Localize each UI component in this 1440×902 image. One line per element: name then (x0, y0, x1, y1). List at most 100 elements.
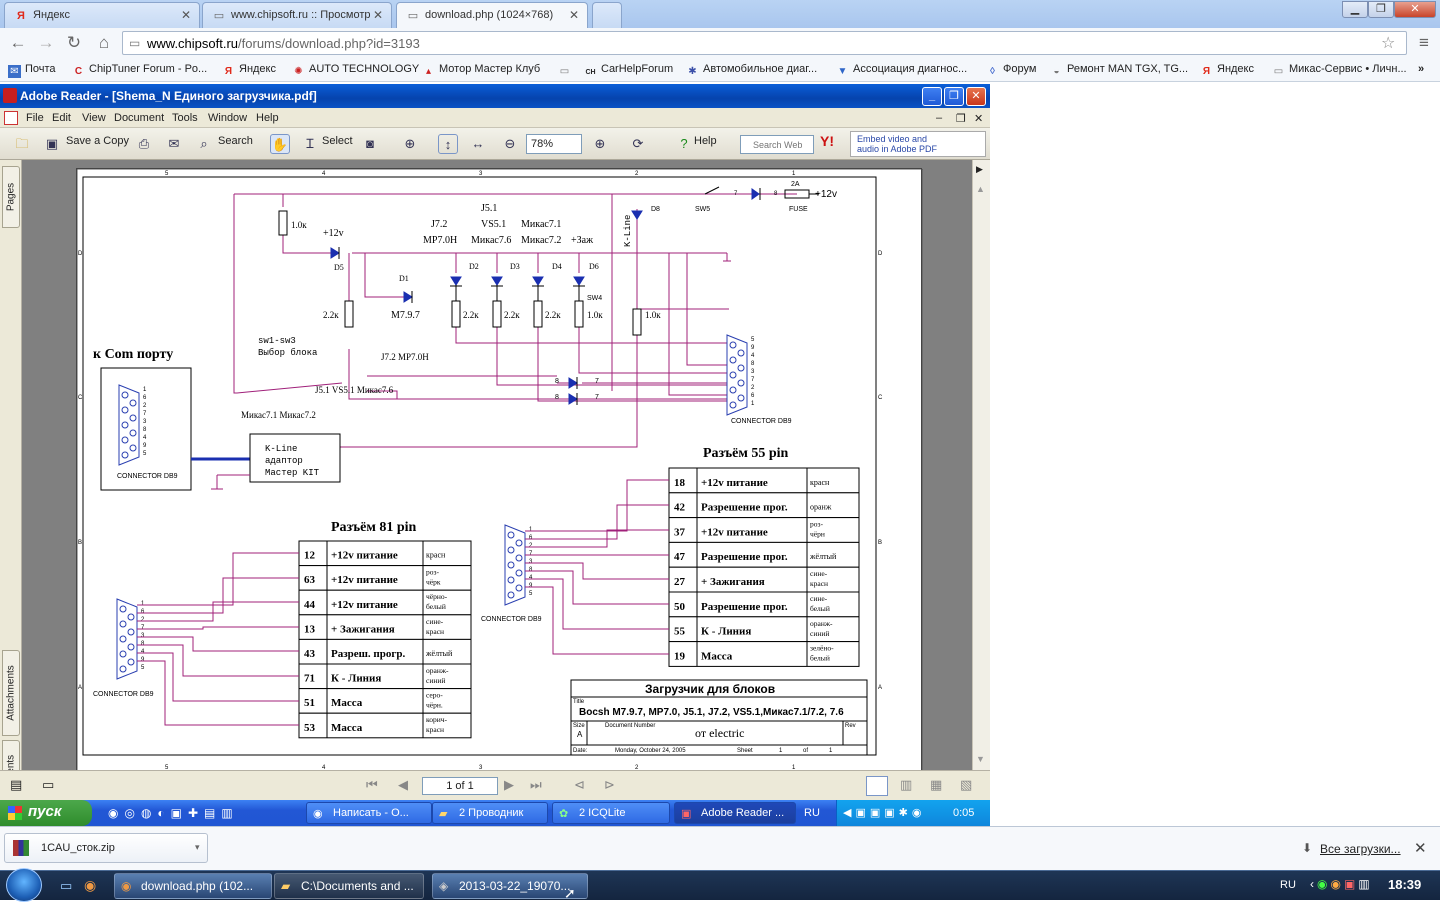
open-folder-icon[interactable]: 🗀 (12, 134, 32, 154)
scroll-up-icon[interactable]: ▲ (976, 184, 985, 194)
maximize-icon[interactable]: ❐ (944, 87, 964, 106)
bookmark-item[interactable]: ▴ Мотор Мастер Клуб (422, 63, 540, 78)
yahoo-icon[interactable]: Y! (820, 133, 834, 149)
task-compose[interactable]: ◉ Написать - О... (306, 802, 432, 824)
fit-width-icon[interactable]: ↔ (468, 134, 488, 154)
select-button[interactable]: Select (322, 135, 353, 147)
zoom-out-icon[interactable]: ⊖ (500, 134, 520, 154)
rotate-icon[interactable]: ⟳ (628, 134, 648, 154)
snapshot-icon[interactable]: ◙ (360, 134, 380, 154)
menu-help[interactable]: Help (256, 112, 279, 124)
close-icon[interactable]: ✕ (1414, 839, 1427, 857)
help-icon[interactable]: ? (674, 134, 694, 154)
chrome-icon[interactable]: ◉ (84, 877, 96, 894)
task-adobe-reader[interactable]: ▣ Adobe Reader ... (674, 802, 796, 824)
menu-edit[interactable]: Edit (52, 112, 71, 124)
doc-close-icon[interactable]: ✕ (974, 112, 983, 125)
scroll-down-icon[interactable]: ▼ (976, 754, 985, 764)
next-view-icon[interactable]: ⊳ (604, 777, 615, 793)
help-button[interactable]: Help (694, 135, 717, 147)
language-indicator[interactable]: RU (804, 807, 820, 819)
tray-icons[interactable]: ◀▣▣▣✱◉ (843, 806, 925, 819)
bookmark-item[interactable]: ◒ Ремонт MAN TGX, TG... (1050, 63, 1188, 78)
next-page-icon[interactable]: ▶ (504, 777, 514, 793)
menu-view[interactable]: View (82, 112, 106, 124)
layer-icon[interactable]: ▭ (42, 777, 54, 793)
start-orb[interactable] (6, 868, 42, 902)
close-icon[interactable]: ✕ (181, 8, 191, 22)
tab-attachments[interactable]: Attachments (2, 650, 20, 736)
save-copy-button[interactable]: Save a Copy (66, 135, 129, 147)
menu-icon[interactable]: ≡ (1414, 33, 1434, 53)
single-page-icon[interactable] (866, 776, 888, 796)
document-view[interactable]: 5544332211DDCCBBAA +12v 2A FUSE SW5 7 8 … (22, 160, 972, 774)
vertical-scrollbar[interactable]: ▶ ▲ ▼ (972, 160, 990, 770)
menu-file[interactable]: File (26, 112, 44, 124)
continuous-icon[interactable]: ▥ (900, 777, 912, 793)
menu-window[interactable]: Window (208, 112, 247, 124)
task-icq[interactable]: ✿ 2 ICQLite (552, 802, 670, 824)
bookmark-item[interactable]: ▭ (558, 63, 575, 78)
new-tab-button[interactable] (592, 2, 622, 28)
close-icon[interactable]: ✕ (373, 8, 383, 22)
print-icon[interactable]: ⎙ (134, 134, 154, 154)
bookmark-item[interactable]: CH CarHelpForum (584, 63, 673, 79)
home-icon[interactable]: ⌂ (94, 33, 114, 53)
quicklaunch-icons[interactable]: ◉◎◍◐▣✚▤▥ (108, 806, 239, 820)
doc-restore-icon[interactable]: ❐ (956, 112, 966, 125)
search-web-input[interactable] (740, 135, 814, 154)
hand-tool-icon[interactable]: ✋ (270, 134, 290, 154)
bookmark-item[interactable]: ◊ Форум (986, 63, 1036, 78)
page-number-field[interactable]: 1 of 1 (422, 777, 498, 795)
prev-view-icon[interactable]: ⊲ (574, 777, 585, 793)
bookmark-item[interactable]: ▼ Ассоциация диагнос... (836, 63, 968, 78)
desktop-icon[interactable]: ▭ (60, 878, 72, 894)
address-bar[interactable]: ▭ www.chipsoft.ru/forums/download.php?id… (122, 31, 1407, 55)
bookmark-item[interactable]: ✱ Автомобильное диаг... (686, 63, 817, 78)
minimize-icon[interactable]: ▁ (1342, 1, 1368, 18)
more-bookmarks-icon[interactable]: » (1418, 63, 1424, 75)
select-cursor-icon[interactable]: Ɪ (300, 134, 320, 154)
tab-pages[interactable]: Pages (2, 166, 20, 228)
tab-yandex[interactable]: Я Яндекс ✕ (4, 2, 200, 28)
doc-minimize-icon[interactable]: – (936, 112, 942, 124)
email-icon[interactable]: ✉ (164, 134, 184, 154)
search-button[interactable]: Search (218, 135, 253, 147)
zoom-select[interactable]: 78% (526, 134, 582, 154)
bookmark-item[interactable]: ✺ AUTO TECHNOLOGY (292, 63, 419, 78)
prev-page-icon[interactable]: ◀ (398, 777, 408, 793)
bookmark-item[interactable]: Я Яндекс (222, 63, 276, 78)
bookmark-item[interactable]: ✉ Почта (8, 63, 56, 78)
chevron-down-icon[interactable]: ▾ (195, 842, 200, 853)
panel-icon[interactable]: ▤ (10, 777, 22, 793)
close-window-icon[interactable]: ✕ (1394, 1, 1436, 18)
menu-document[interactable]: Document (114, 112, 164, 124)
close-icon[interactable]: ✕ (569, 8, 579, 22)
last-page-icon[interactable]: ⏭ (530, 777, 542, 793)
fit-page-icon[interactable]: ↕ (438, 134, 458, 154)
forward-icon[interactable]: → (36, 33, 56, 53)
bookmark-item[interactable]: Я Яндекс (1200, 63, 1254, 78)
close-icon[interactable]: ✕ (966, 87, 986, 106)
tab-chipsoft[interactable]: ▭ www.chipsoft.ru :: Просмотр ✕ (202, 2, 392, 28)
facing-icon[interactable]: ▦ (930, 777, 942, 793)
tab-download[interactable]: ▭ download.php (1024×768) ✕ (396, 2, 588, 29)
back-icon[interactable]: ← (8, 33, 28, 53)
minimize-icon[interactable]: _ (922, 87, 942, 106)
task-chrome[interactable]: ◉ download.php (102... (114, 873, 272, 899)
task-explorer[interactable]: ▰ 2 Проводник (432, 802, 548, 824)
zoom-in-icon[interactable]: ⊕ (400, 134, 420, 154)
scroll-right-icon[interactable]: ▶ (976, 164, 983, 175)
language-indicator[interactable]: RU (1280, 879, 1296, 891)
bookmark-item[interactable]: ▭ Микас-Сервис • Личн... (1272, 63, 1407, 78)
task-documents[interactable]: ▰ C:\Documents and ... (274, 873, 424, 899)
first-page-icon[interactable]: ⏮ (366, 777, 378, 793)
star-icon[interactable]: ☆ (1381, 33, 1395, 53)
continuous-facing-icon[interactable]: ▧ (960, 777, 972, 793)
zoom-plus-icon[interactable]: ⊕ (590, 134, 610, 154)
reload-icon[interactable]: ↻ (64, 33, 84, 53)
menu-tools[interactable]: Tools (172, 112, 198, 124)
search-icon[interactable]: ⌕ (194, 134, 214, 154)
embed-video-ad[interactable]: Embed video and audio in Adobe PDF (850, 131, 986, 157)
bookmark-item[interactable]: C ChipTuner Forum - Po... (72, 63, 207, 78)
